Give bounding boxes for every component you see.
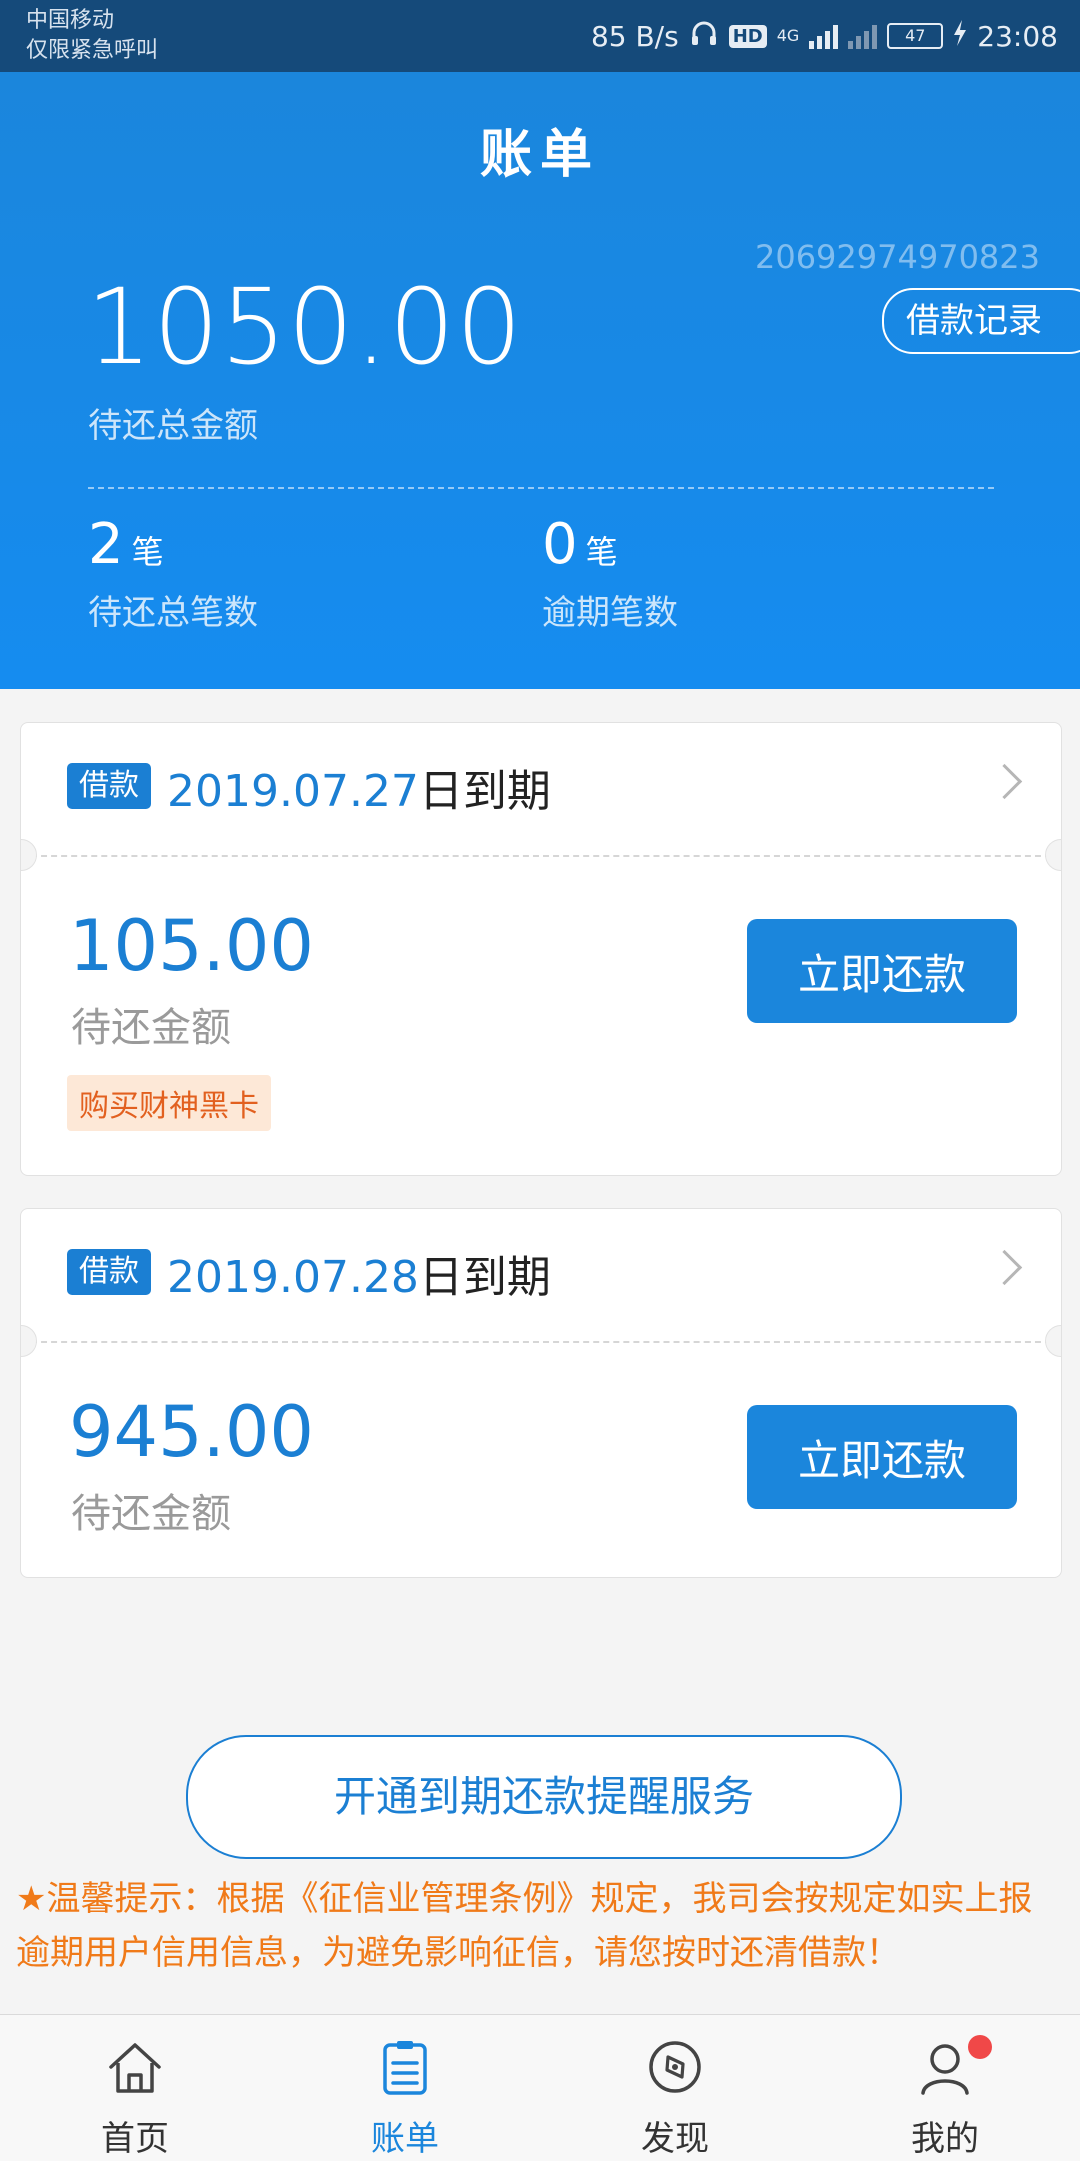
bill-amount: 105.00 bbox=[69, 905, 314, 987]
bill-summary-header: 账单 20692974970823 借款记录 1050.00 待还总金额 2笔 … bbox=[0, 72, 1080, 689]
card-notch-right bbox=[1045, 1325, 1061, 1357]
due-date-value: 2019.07.27 bbox=[167, 766, 419, 817]
bill-card-header[interactable]: 借款 2019.07.27日到期 bbox=[21, 723, 1061, 853]
pending-count-stat: 2笔 待还总笔数 bbox=[88, 512, 258, 634]
overdue-count: 0 bbox=[542, 512, 578, 577]
card-notch-left bbox=[21, 839, 37, 871]
due-suffix: 日到期 bbox=[418, 1252, 551, 1303]
status-bar: 中国移动 仅限紧急呼叫 85 B/s HD 4G 47 23:08 bbox=[0, 0, 1080, 72]
bill-amount-label: 待还金额 bbox=[71, 1005, 231, 1051]
repay-now-button[interactable]: 立即还款 bbox=[747, 1405, 1017, 1509]
overdue-count-stat: 0笔 逾期笔数 bbox=[542, 512, 678, 634]
account-number: 20692974970823 bbox=[754, 238, 1040, 276]
due-date: 2019.07.27日到期 bbox=[167, 755, 551, 819]
bottom-tab-bar: 首页 账单 发现 我的 bbox=[0, 2014, 1080, 2161]
overdue-count-label: 逾期笔数 bbox=[542, 593, 678, 633]
emergency-only-text: 仅限紧急呼叫 bbox=[26, 38, 159, 63]
due-date: 2019.07.28日到期 bbox=[167, 1241, 551, 1305]
card-divider bbox=[31, 855, 1051, 857]
tab-mine[interactable]: 我的 bbox=[810, 2015, 1080, 2161]
tab-discover[interactable]: 发现 bbox=[540, 2015, 810, 2161]
charging-icon bbox=[953, 19, 967, 53]
bill-card: 借款 2019.07.27日到期 105.00 待还金额 购买财神黑卡 立即还款 bbox=[20, 722, 1062, 1176]
notification-dot bbox=[968, 2035, 992, 2059]
loan-tag: 借款 bbox=[67, 1249, 151, 1295]
bill-card: 借款 2019.07.28日到期 945.00 待还金额 立即还款 bbox=[20, 1208, 1062, 1578]
loan-history-button[interactable]: 借款记录 bbox=[882, 288, 1080, 354]
header-divider bbox=[88, 487, 994, 489]
network-type: 4G bbox=[776, 26, 800, 45]
pending-count: 2 bbox=[88, 512, 124, 577]
user-icon bbox=[921, 2044, 969, 2095]
tab-home[interactable]: 首页 bbox=[0, 2015, 270, 2161]
status-indicators: 85 B/s HD 4G 47 23:08 bbox=[591, 16, 1058, 56]
carrier-info: 中国移动 仅限紧急呼叫 bbox=[26, 6, 158, 66]
credit-notice: ★温馨提示：根据《征信业管理条例》规定，我司会按规定如实上报逾期用户信用信息，为… bbox=[16, 1879, 1033, 1973]
battery-icon: 47 bbox=[887, 23, 944, 49]
tab-label: 发现 bbox=[641, 2119, 709, 2159]
bill-card-header[interactable]: 借款 2019.07.28日到期 bbox=[21, 1209, 1061, 1339]
tab-bill[interactable]: 账单 bbox=[270, 2015, 540, 2161]
bill-amount-label: 待还金额 bbox=[71, 1491, 231, 1537]
due-suffix: 日到期 bbox=[418, 766, 551, 817]
home-icon bbox=[109, 2043, 161, 2093]
headphone-icon bbox=[689, 18, 719, 55]
pending-count-label: 待还总笔数 bbox=[88, 593, 258, 633]
loan-tag: 借款 bbox=[67, 763, 151, 809]
tab-label: 我的 bbox=[911, 2119, 979, 2159]
hd-badge: HD bbox=[728, 24, 767, 48]
due-date-value: 2019.07.28 bbox=[167, 1252, 419, 1303]
card-notch-right bbox=[1045, 839, 1061, 871]
page-title: 账单 bbox=[479, 125, 600, 185]
promo-tag[interactable]: 购买财神黑卡 bbox=[67, 1075, 271, 1131]
tab-label: 首页 bbox=[101, 2119, 169, 2159]
signal-icon bbox=[809, 23, 839, 49]
compass-icon bbox=[649, 2041, 701, 2093]
clock: 23:08 bbox=[977, 19, 1058, 53]
total-due-label: 待还总金额 bbox=[88, 406, 258, 446]
repay-now-button[interactable]: 立即还款 bbox=[747, 919, 1017, 1023]
card-notch-left bbox=[21, 1325, 37, 1357]
chevron-right-icon[interactable] bbox=[986, 1249, 1023, 1286]
pending-unit: 笔 bbox=[131, 533, 164, 571]
overdue-unit: 笔 bbox=[585, 533, 618, 571]
network-speed: 85 B/s bbox=[590, 19, 679, 53]
total-due-amount: 1050.00 bbox=[86, 266, 524, 388]
bill-icon bbox=[383, 2041, 427, 2095]
card-divider bbox=[31, 1341, 1051, 1343]
enable-reminder-button[interactable]: 开通到期还款提醒服务 bbox=[186, 1735, 902, 1859]
tab-label: 账单 bbox=[371, 2119, 439, 2159]
carrier-name: 中国移动 bbox=[26, 8, 115, 33]
signal-secondary-icon bbox=[848, 23, 878, 49]
chevron-right-icon[interactable] bbox=[986, 763, 1023, 800]
bill-amount: 945.00 bbox=[69, 1391, 314, 1473]
